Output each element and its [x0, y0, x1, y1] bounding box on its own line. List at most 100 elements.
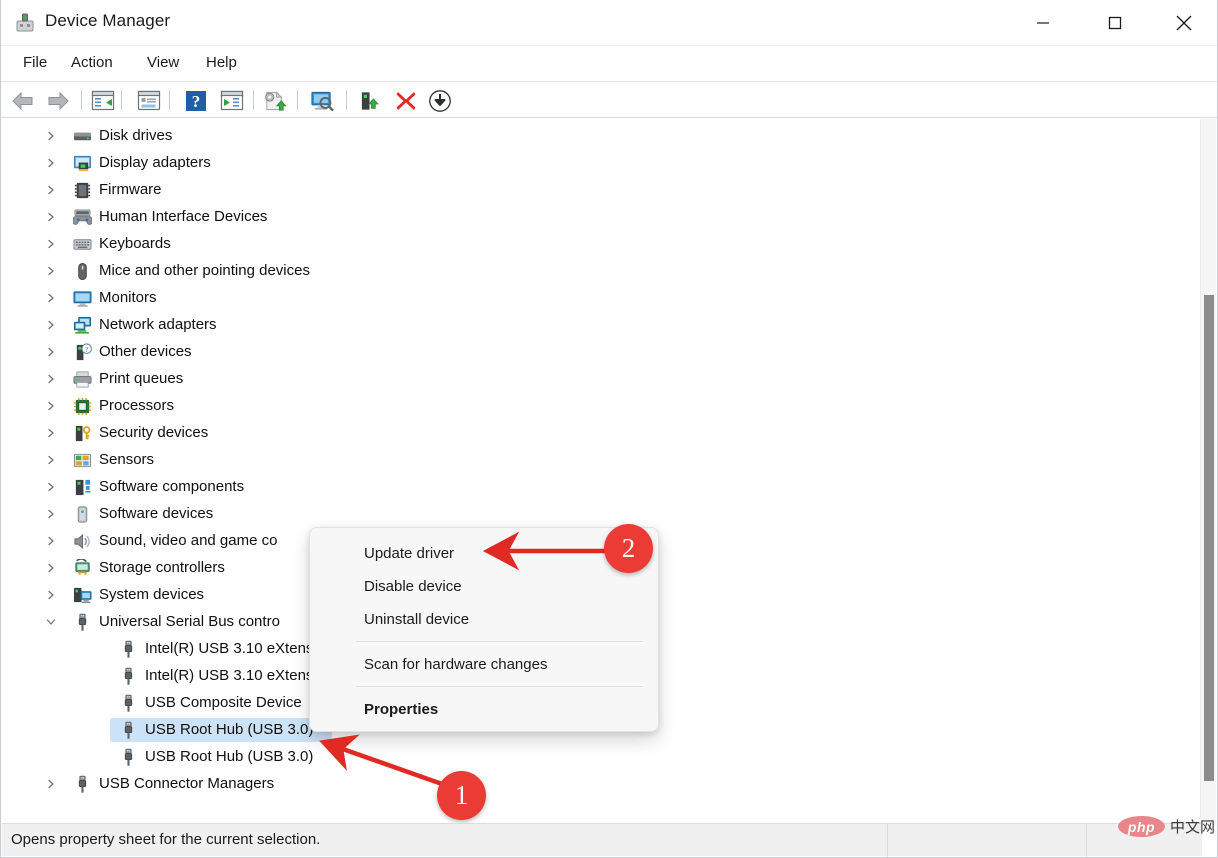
processor-icon	[72, 396, 92, 416]
tree-row[interactable]: Security devices	[2, 420, 1186, 446]
uninstall-device-icon[interactable]	[393, 88, 418, 113]
network-adapter-icon	[72, 315, 92, 335]
software-component-icon	[72, 477, 92, 497]
minimize-icon[interactable]	[1020, 0, 1066, 46]
tree-row-label: USB Composite Device	[145, 694, 302, 711]
usb-icon	[118, 720, 138, 740]
tree-row-label: Security devices	[99, 424, 209, 441]
chevron-down-icon[interactable]	[44, 615, 58, 629]
other-device-icon: ?	[72, 342, 92, 362]
tree-row-label: Disk drives	[99, 127, 173, 144]
context-menu-item-update-driver[interactable]: Update driver	[318, 537, 652, 570]
tree-row[interactable]: USB Root Hub (USB 3.0)	[2, 744, 1186, 770]
annotation-badge-2: 2	[604, 524, 653, 573]
watermark-logo: php	[1118, 816, 1165, 837]
usb-icon	[118, 747, 138, 767]
disable-device-icon[interactable]	[427, 88, 452, 113]
display-adapter-icon	[72, 153, 92, 173]
tree-row[interactable]: Disk drives	[2, 123, 1186, 149]
tree-row[interactable]: Mice and other pointing devices	[2, 258, 1186, 284]
chevron-right-icon[interactable]	[44, 453, 58, 467]
storage-controller-icon	[72, 558, 92, 578]
enable-device-icon[interactable]	[358, 88, 383, 113]
close-icon[interactable]	[1161, 0, 1207, 46]
chevron-right-icon[interactable]	[44, 507, 58, 521]
menu-item-file[interactable]: File	[21, 54, 49, 71]
chevron-right-icon[interactable]	[44, 156, 58, 170]
device-manager-window: Device Manager File Action View Help ? D…	[0, 0, 1218, 858]
tree-row[interactable]: Sensors	[2, 447, 1186, 473]
tree-row[interactable]: ? Other devices	[2, 339, 1186, 365]
sensor-icon	[72, 450, 92, 470]
chevron-right-icon[interactable]	[44, 534, 58, 548]
tree-row[interactable]: Monitors	[2, 285, 1186, 311]
show-hide-console-tree-icon[interactable]	[90, 88, 115, 113]
tree-row-label: Storage controllers	[99, 559, 225, 576]
context-menu-item-scan-hardware[interactable]: Scan for hardware changes	[318, 648, 652, 681]
status-bar: Opens property sheet for the current sel…	[2, 823, 1202, 857]
chevron-right-icon[interactable]	[44, 399, 58, 413]
security-device-icon	[72, 423, 92, 443]
tree-row[interactable]: Firmware	[2, 177, 1186, 203]
tree-row-label: Monitors	[99, 289, 157, 306]
forward-icon[interactable]	[45, 88, 70, 113]
chevron-right-icon[interactable]	[44, 777, 58, 791]
tree-row-label: Software devices	[99, 505, 214, 522]
tree-row[interactable]: Display adapters	[2, 150, 1186, 176]
status-text: Opens property sheet for the current sel…	[11, 831, 321, 848]
show-hide-action-pane-icon[interactable]	[219, 88, 244, 113]
menu-item-action[interactable]: Action	[69, 54, 115, 71]
tree-row[interactable]: Human Interface Devices	[2, 204, 1186, 230]
usb-icon	[118, 693, 138, 713]
chevron-right-icon[interactable]	[44, 129, 58, 143]
hid-icon	[72, 207, 92, 227]
properties-icon[interactable]	[136, 88, 161, 113]
chevron-right-icon[interactable]	[44, 480, 58, 494]
tree-row[interactable]: Software components	[2, 474, 1186, 500]
tree-row[interactable]: Processors	[2, 393, 1186, 419]
tree-row-label: USB Connector Managers	[99, 775, 275, 792]
usb-icon	[118, 666, 138, 686]
chevron-right-icon[interactable]	[44, 210, 58, 224]
keyboard-icon	[72, 234, 92, 254]
tree-row[interactable]: Print queues	[2, 366, 1186, 392]
tree-row-label: Network adapters	[99, 316, 217, 333]
chevron-right-icon[interactable]	[44, 183, 58, 197]
chevron-right-icon[interactable]	[44, 264, 58, 278]
tree-row[interactable]: USB Connector Managers	[2, 771, 1186, 797]
sound-device-icon	[72, 531, 92, 551]
chevron-right-icon[interactable]	[44, 237, 58, 251]
chevron-right-icon[interactable]	[44, 291, 58, 305]
help-icon[interactable]: ?	[183, 88, 208, 113]
watermark: php 中文网	[1118, 816, 1215, 837]
context-menu-separator-2	[356, 686, 643, 687]
tree-row-label: Software components	[99, 478, 245, 495]
menu-item-help[interactable]: Help	[204, 54, 239, 71]
tree-row-label: Processors	[99, 397, 175, 414]
menu-item-view[interactable]: View	[145, 54, 181, 71]
context-menu-item-uninstall-device[interactable]: Uninstall device	[318, 603, 652, 636]
maximize-icon[interactable]	[1092, 0, 1138, 46]
tree-row[interactable]: Software devices	[2, 501, 1186, 527]
chevron-right-icon[interactable]	[44, 588, 58, 602]
status-divider-2	[1086, 824, 1087, 857]
chevron-right-icon[interactable]	[44, 426, 58, 440]
context-menu-item-disable-device[interactable]: Disable device	[318, 570, 652, 603]
chevron-right-icon[interactable]	[44, 345, 58, 359]
tree-row[interactable]: Keyboards	[2, 231, 1186, 257]
chevron-right-icon[interactable]	[44, 372, 58, 386]
update-driver-icon[interactable]	[263, 88, 288, 113]
usb-icon	[118, 639, 138, 659]
scrollbar-thumb[interactable]	[1204, 295, 1214, 781]
title-bar: Device Manager	[1, 0, 1217, 46]
vertical-scrollbar[interactable]	[1200, 119, 1216, 824]
tree-row[interactable]: Network adapters	[2, 312, 1186, 338]
context-menu-item-properties[interactable]: Properties	[318, 693, 652, 726]
tree-row-label: Human Interface Devices	[99, 208, 268, 225]
tree-row-label: Other devices	[99, 343, 192, 360]
chevron-right-icon[interactable]	[44, 561, 58, 575]
scan-for-hardware-changes-icon[interactable]	[310, 88, 335, 113]
tree-row-label: Sensors	[99, 451, 155, 468]
chevron-right-icon[interactable]	[44, 318, 58, 332]
back-icon[interactable]	[10, 88, 35, 113]
